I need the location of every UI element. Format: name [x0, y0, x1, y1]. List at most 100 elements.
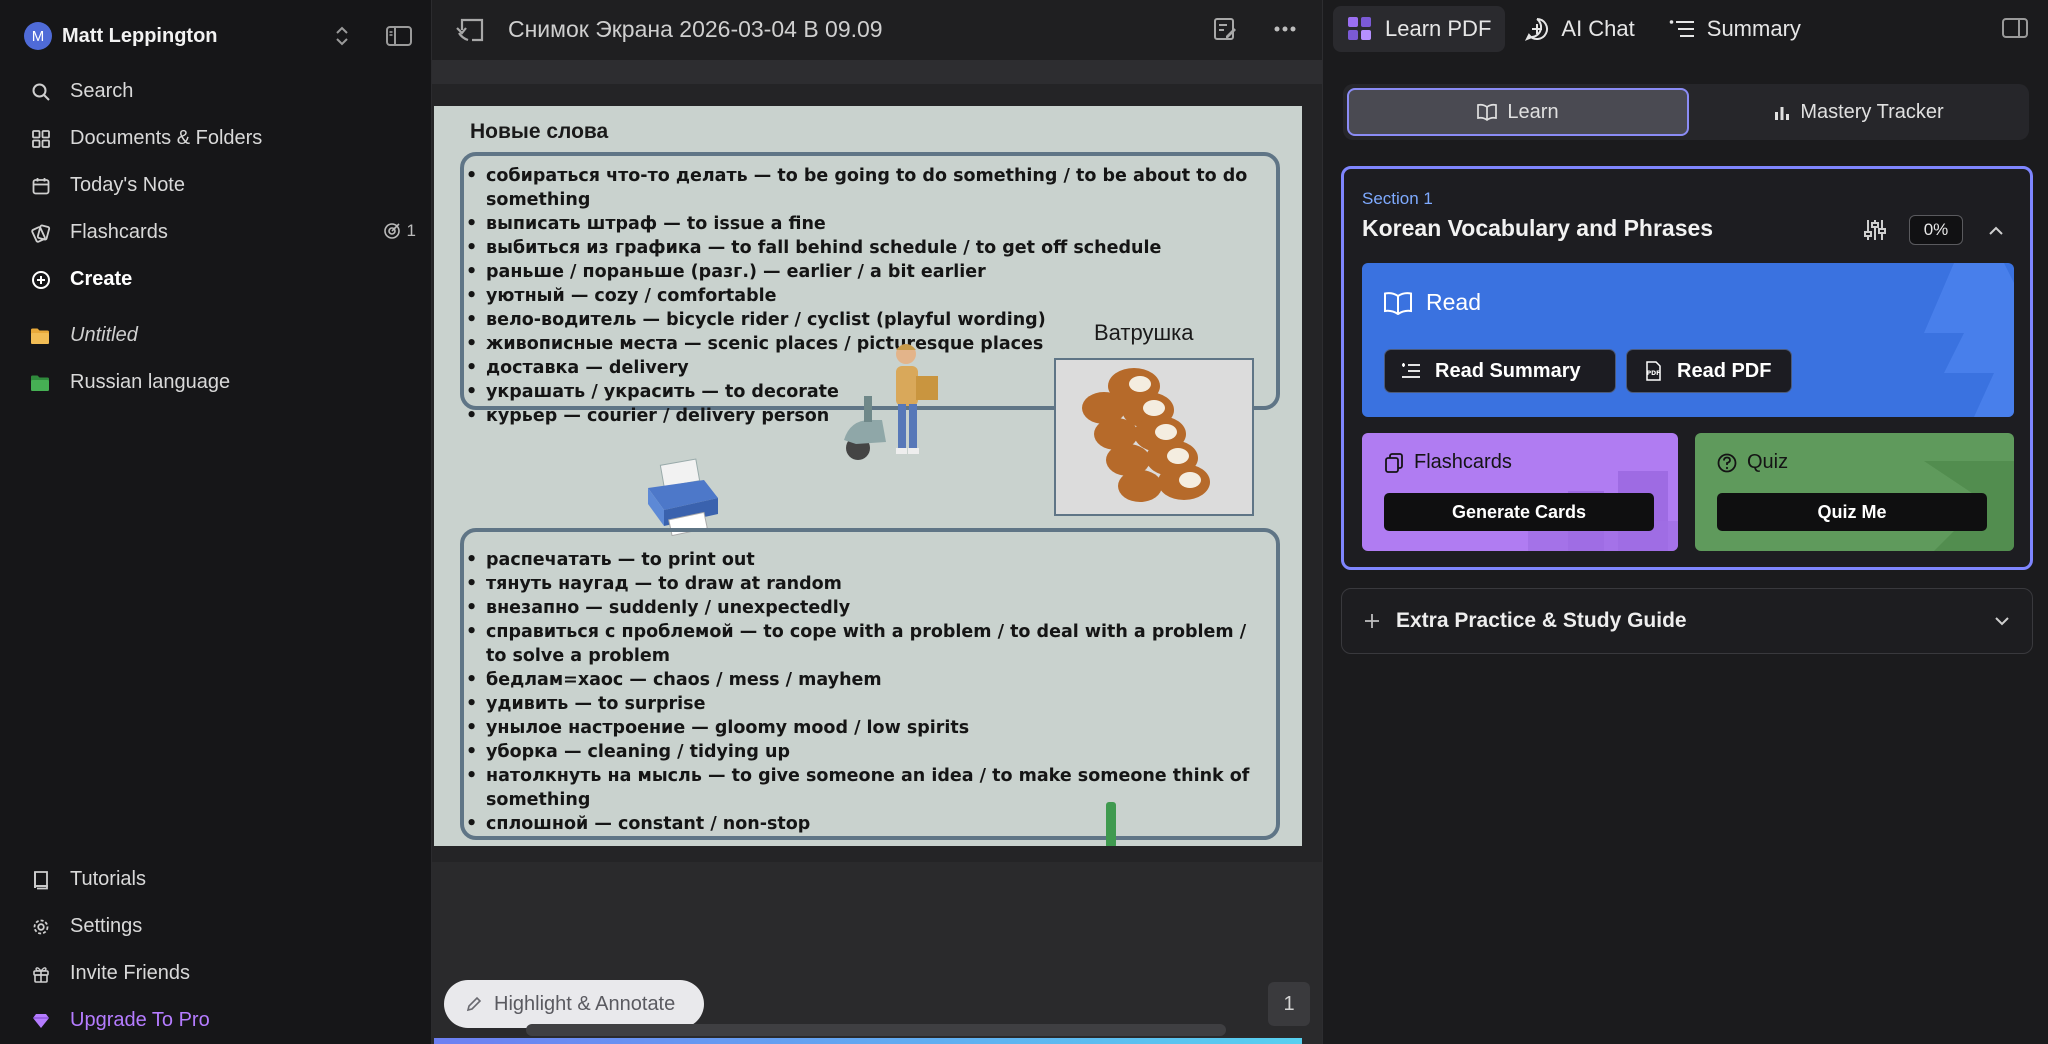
list-item: справиться с проблемой — to cope with a …: [462, 620, 1270, 668]
flashcards-due-badge: 1: [383, 221, 416, 241]
book-icon: [30, 869, 52, 891]
sidebar-item-label: Today's Note: [70, 174, 185, 196]
panel-toggle-icon[interactable]: [2000, 14, 2030, 42]
target-icon: [383, 222, 401, 240]
diamond-icon: [30, 1010, 52, 1032]
chevron-up-down-icon[interactable]: [328, 22, 356, 50]
read-summary-button[interactable]: Read Summary: [1384, 349, 1616, 393]
document-viewer: Снимок Экрана 2026-03-04 В 09.09 Новые с…: [432, 0, 1322, 1044]
quiz-title: Quiz: [1717, 451, 1788, 474]
sidebar-item-search[interactable]: Search: [20, 68, 416, 115]
section-title: Korean Vocabulary and Phrases: [1362, 215, 1714, 241]
list-item: унылое настроение — gloomy mood / low sp…: [462, 716, 1270, 740]
reading-progress-bar: [434, 1038, 1302, 1044]
tab-ai-chat[interactable]: AI Chat: [1511, 6, 1648, 52]
sidebar-item-label: Settings: [70, 915, 143, 937]
folder-item-untitled[interactable]: Untitled: [20, 312, 416, 359]
more-options-icon[interactable]: [1270, 14, 1300, 44]
folder-icon: [30, 325, 52, 347]
page-number-indicator[interactable]: 1: [1268, 982, 1310, 1026]
sidebar-item-flashcards[interactable]: Flashcards 1: [20, 209, 416, 256]
avatar: M: [24, 22, 52, 50]
extra-practice-label: Extra Practice & Study Guide: [1396, 609, 1687, 632]
read-pdf-button[interactable]: PDF Read PDF: [1626, 349, 1792, 393]
apps-icon: [1347, 16, 1373, 42]
quiz-title-label: Quiz: [1747, 451, 1789, 473]
open-book-icon: [1477, 103, 1498, 121]
sidebar-item-label: Tutorials: [70, 868, 146, 890]
read-pdf-label: Read PDF: [1677, 359, 1772, 382]
list-item: внезапно — suddenly / unexpectedly: [462, 596, 1270, 620]
plus-circle-icon: [30, 269, 52, 291]
section-label: Section 1: [1362, 189, 1433, 208]
read-title: Read: [1384, 289, 1481, 316]
cards-icon: [30, 222, 52, 244]
folder-icon: [30, 372, 52, 394]
sidebar-item-settings[interactable]: Settings: [20, 903, 416, 950]
section-card: Section 1 Korean Vocabulary and Phrases …: [1341, 166, 2033, 570]
highlight-annotate-label: Highlight & Annotate: [494, 992, 676, 1015]
sidebar-item-label: Upgrade To Pro: [70, 1009, 210, 1031]
quiz-card: Quiz Quiz Me: [1695, 433, 2014, 551]
learn-segment[interactable]: Learn: [1347, 88, 1689, 136]
sidebar-item-label: Flashcards: [70, 221, 168, 243]
list-item: раньше / пораньше (разг.) — earlier / a …: [462, 260, 1270, 284]
document-top-strip: [432, 60, 1322, 84]
sidebar-item-create[interactable]: Create: [20, 256, 416, 303]
sidebar-item-todays-note[interactable]: Today's Note: [20, 162, 416, 209]
gear-icon: [30, 916, 52, 938]
list-item: тянуть наугад — to draw at random: [462, 572, 1270, 596]
document-title: Снимок Экрана 2026-03-04 В 09.09: [508, 16, 883, 42]
mastery-tracker-segment[interactable]: Mastery Tracker: [1693, 88, 2025, 136]
pdf-page[interactable]: Новые слова собираться что-то делать — t…: [434, 106, 1302, 846]
panel-tabs: Learn PDF AI Chat Summary: [1333, 6, 1821, 52]
horizontal-scrollbar[interactable]: [526, 1024, 1226, 1036]
read-title-label: Read: [1426, 289, 1481, 315]
sidebar-item-upgrade-to-pro[interactable]: Upgrade To Pro: [20, 997, 416, 1044]
sidebar-item-documents[interactable]: Documents & Folders: [20, 115, 416, 162]
decorative-bar: [1106, 802, 1116, 846]
tab-summary[interactable]: Summary: [1655, 6, 1815, 52]
app-window: M Matt Leppington Search Documents & Fol…: [0, 0, 2048, 1044]
highlight-annotate-button[interactable]: Highlight & Annotate: [444, 980, 704, 1028]
user-name: Matt Leppington: [62, 24, 218, 47]
folder-list: Untitled Russian language: [20, 312, 416, 406]
flashcards-card: Flashcards Generate Cards: [1362, 433, 1678, 551]
extra-practice-accordion[interactable]: Extra Practice & Study Guide: [1341, 588, 2033, 654]
sidebar-item-tutorials[interactable]: Tutorials: [20, 856, 416, 903]
tab-label: AI Chat: [1561, 16, 1635, 41]
flashcards-title-label: Flashcards: [1414, 451, 1512, 473]
sliders-icon[interactable]: [1860, 215, 1890, 245]
chevron-down-icon: [1990, 609, 2014, 633]
pdf-file-icon: PDF: [1643, 361, 1663, 381]
learn-mode-switch: Learn Mastery Tracker: [1343, 84, 2029, 140]
search-icon: [30, 81, 52, 103]
list-item: сплошной — constant / non-stop: [462, 812, 1270, 836]
folder-label: Russian language: [70, 371, 231, 393]
chevron-up-icon[interactable]: [1982, 217, 2010, 245]
list-item: выбиться из графика — to fall behind sch…: [462, 236, 1270, 260]
sidebar-toggle-icon[interactable]: [384, 22, 414, 50]
list-item: удивить — to surprise: [462, 692, 1270, 716]
read-card: Read Read Summary PDF Read PDF: [1362, 263, 2014, 417]
sidebar-item-label: Invite Friends: [70, 962, 191, 984]
grid-icon: [30, 128, 52, 150]
gift-icon: [30, 963, 52, 985]
generate-cards-button[interactable]: Generate Cards: [1384, 493, 1654, 531]
vocab-list-2: распечатать — to print out тянуть наугад…: [462, 548, 1270, 836]
folder-item-russian-language[interactable]: Russian language: [20, 359, 416, 406]
vatrushka-photo: [1054, 358, 1254, 516]
image-caption: Ватрушка: [1094, 320, 1194, 345]
svg-text:PDF: PDF: [1647, 370, 1660, 377]
flashcards-due-count: 1: [406, 221, 416, 240]
quiz-me-button[interactable]: Quiz Me: [1717, 493, 1987, 531]
edit-note-icon[interactable]: [1210, 14, 1240, 44]
list-item: собираться что-то делать — to be going t…: [462, 164, 1270, 212]
rotate-back-icon[interactable]: [454, 14, 488, 46]
tab-learn-pdf[interactable]: Learn PDF: [1333, 6, 1506, 52]
courier-illustration: [836, 336, 946, 466]
sidebar-bottom-nav: Tutorials Settings Invite Friends Upgrad…: [20, 856, 416, 1044]
summary-lines-icon: [1401, 362, 1421, 380]
sidebar-item-invite-friends[interactable]: Invite Friends: [20, 950, 416, 997]
user-switcher[interactable]: M Matt Leppington: [24, 18, 416, 54]
